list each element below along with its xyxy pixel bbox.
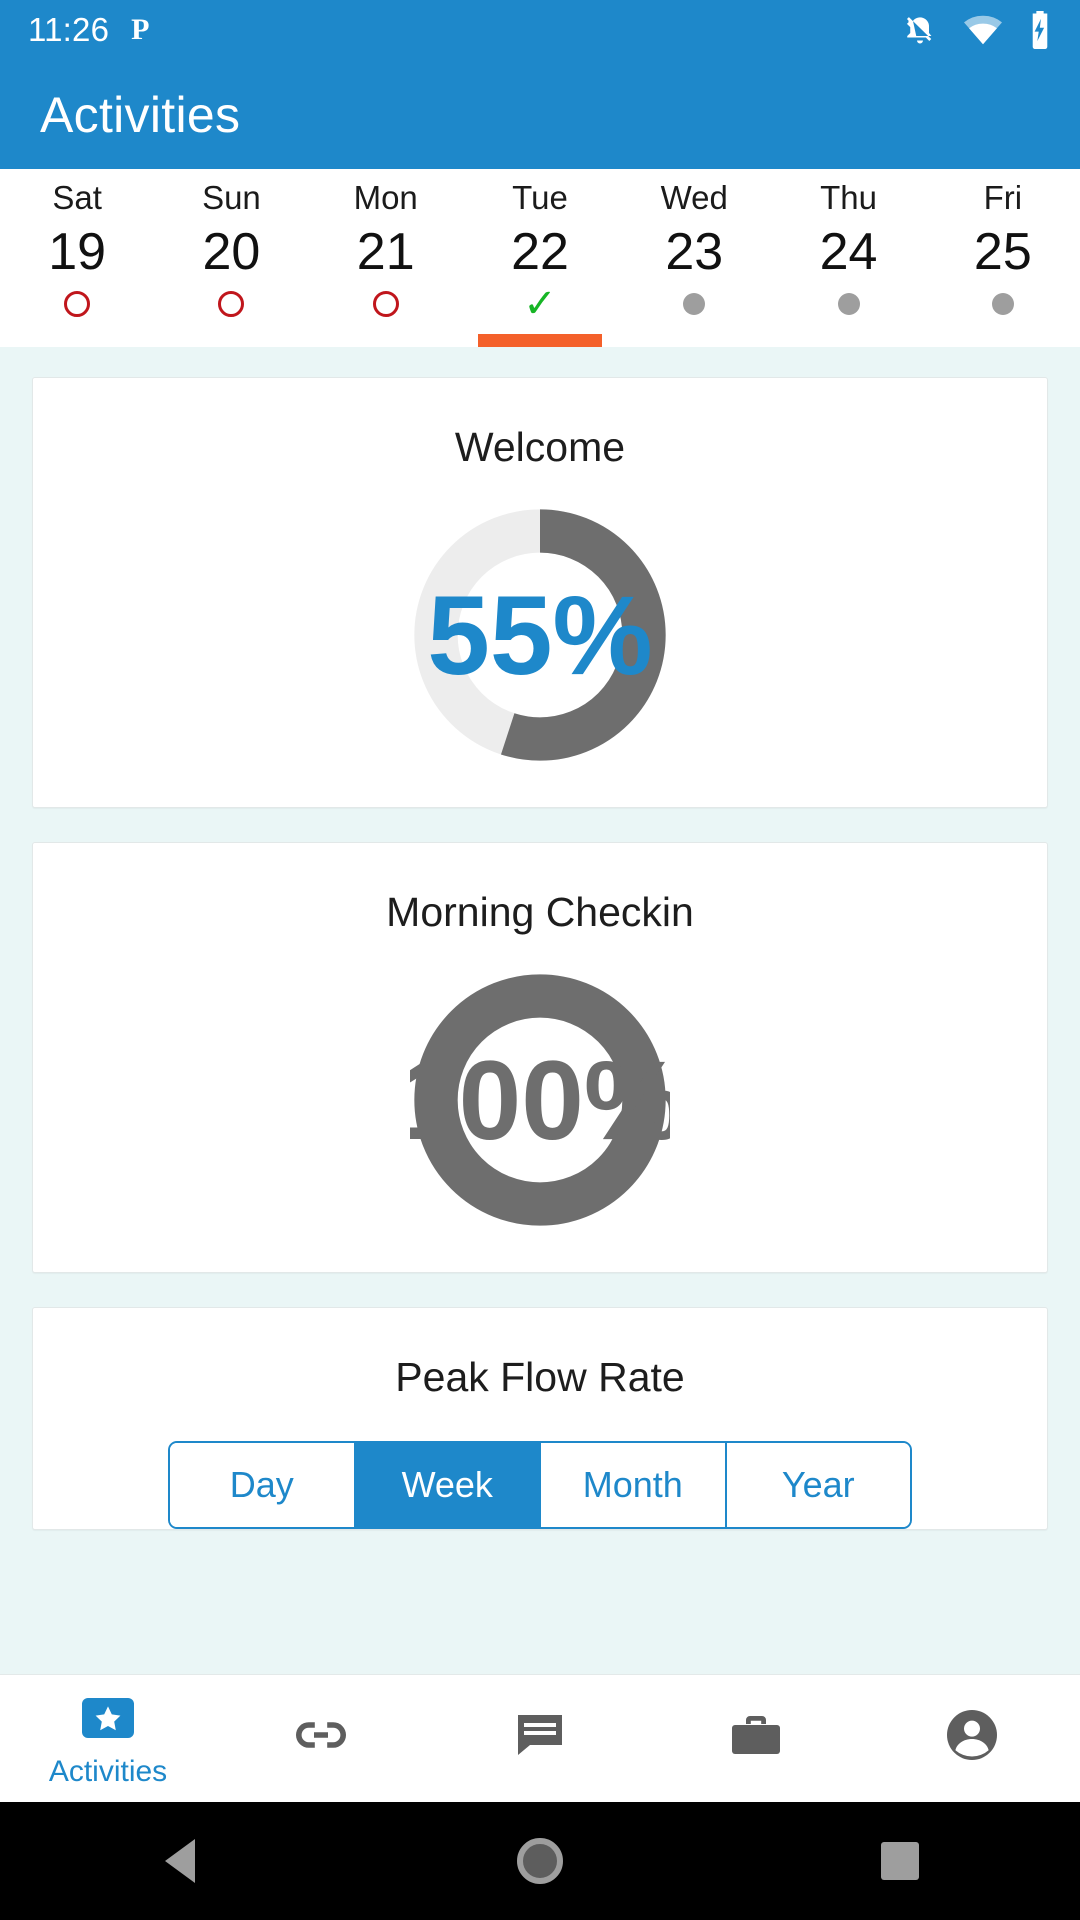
app-root: 11:26 P Activities Sat 19 Sun 20 Mon 21 … <box>0 0 1080 1920</box>
status-bar-left: 11:26 P <box>28 11 149 49</box>
card-title: Peak Flow Rate <box>395 1354 685 1400</box>
date-tab-mon[interactable]: Mon 21 <box>309 169 463 347</box>
date-tab-weekday: Sat <box>52 179 102 216</box>
card-morning-checkin[interactable]: Morning Checkin 100% <box>32 842 1048 1273</box>
checkin-progress-value: 100% <box>410 1037 670 1163</box>
card-peak-flow-rate[interactable]: Peak Flow Rate Day Week Month Year <box>32 1307 1048 1530</box>
nav-item-links[interactable] <box>216 1675 432 1802</box>
app-bar: Activities <box>0 60 1080 169</box>
bell-off-icon <box>902 12 938 48</box>
date-tab-sat[interactable]: Sat 19 <box>0 169 154 347</box>
link-icon <box>296 1706 352 1764</box>
chat-icon <box>514 1706 566 1764</box>
date-tab-weekday: Thu <box>820 179 877 216</box>
star-badge-icon <box>80 1689 136 1747</box>
date-tab-weekday: Wed <box>660 179 728 216</box>
system-navigation-bar[interactable] <box>0 1802 1080 1920</box>
status-time: 11:26 <box>28 11 110 48</box>
date-tab-daynum: 22 <box>511 223 569 281</box>
segment-week[interactable]: Week <box>355 1443 541 1527</box>
date-tab-weekday: Sun <box>202 179 261 216</box>
status-badge-missed <box>218 287 245 321</box>
nav-item-messages[interactable] <box>432 1675 648 1802</box>
status-bar-right <box>902 11 1052 49</box>
timeframe-segmented-control[interactable]: Day Week Month Year <box>168 1441 912 1529</box>
nav-item-work[interactable] <box>648 1675 864 1802</box>
date-tab-weekday: Mon <box>353 179 418 216</box>
status-bar: 11:26 P <box>0 0 1080 60</box>
date-tab-fri[interactable]: Fri 25 <box>926 169 1080 347</box>
welcome-progress-donut: 55% <box>410 505 670 765</box>
status-badge-upcoming <box>683 287 706 321</box>
nav-item-account[interactable] <box>864 1675 1080 1802</box>
date-tab-daynum: 24 <box>819 223 878 281</box>
nav-item-activities[interactable]: Activities <box>0 1675 216 1802</box>
activities-list[interactable]: Welcome 55% Morning Checkin 100% Peak Fl… <box>0 347 1080 1674</box>
card-title: Welcome <box>454 424 626 470</box>
segment-year[interactable]: Year <box>726 1443 910 1527</box>
date-tab-weekday: Tue <box>512 179 568 216</box>
segment-day[interactable]: Day <box>170 1443 356 1527</box>
status-badge-done: ✓ <box>523 282 557 326</box>
checkin-progress-donut: 100% <box>410 970 670 1230</box>
home-icon[interactable] <box>360 1838 720 1884</box>
date-tab-daynum: 23 <box>665 223 724 281</box>
segment-month[interactable]: Month <box>541 1443 727 1527</box>
welcome-progress-value: 55% <box>427 572 652 698</box>
recents-icon[interactable] <box>720 1842 1080 1880</box>
card-welcome[interactable]: Welcome 55% <box>32 377 1048 808</box>
date-tab-thu[interactable]: Thu 24 <box>771 169 925 347</box>
status-badge-missed <box>372 287 399 321</box>
date-tab-tue[interactable]: Tue 22 ✓ <box>463 169 617 347</box>
card-title: Morning Checkin <box>386 889 694 935</box>
date-tab-daynum: 25 <box>973 223 1032 281</box>
date-tab-wed[interactable]: Wed 23 <box>617 169 771 347</box>
date-strip[interactable]: Sat 19 Sun 20 Mon 21 Tue 22 ✓ Wed 23 Thu… <box>0 169 1080 347</box>
account-icon <box>946 1706 998 1764</box>
selected-tab-indicator <box>477 334 602 347</box>
bottom-navigation[interactable]: Activities <box>0 1674 1080 1802</box>
status-badge-missed <box>64 287 91 321</box>
nav-item-label: Activities <box>48 1754 168 1788</box>
date-tab-daynum: 20 <box>202 223 261 281</box>
wifi-icon <box>964 15 1002 45</box>
page-title: Activities <box>40 86 241 143</box>
date-tab-daynum: 19 <box>48 223 107 281</box>
status-badge-upcoming <box>837 287 860 321</box>
status-badge-upcoming <box>991 287 1014 321</box>
briefcase-icon <box>730 1706 782 1764</box>
battery-charging-icon <box>1028 11 1052 49</box>
carrier-glyph: P <box>131 13 150 46</box>
date-tab-sun[interactable]: Sun 20 <box>154 169 308 347</box>
date-tab-weekday: Fri <box>983 179 1023 216</box>
date-tab-daynum: 21 <box>356 223 415 281</box>
back-icon[interactable] <box>0 1839 360 1883</box>
check-icon: ✓ <box>523 282 557 326</box>
